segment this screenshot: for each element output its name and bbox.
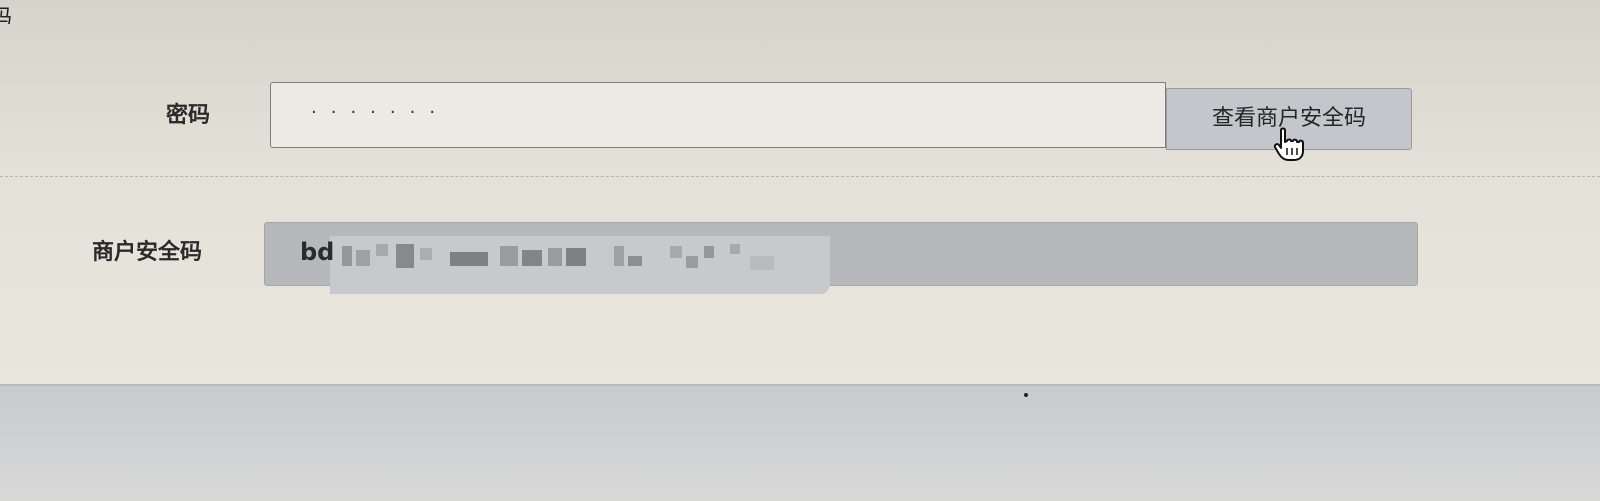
mosaic-block xyxy=(548,248,562,266)
password-input[interactable]: ······· xyxy=(270,82,1166,148)
cropped-heading-glyph: 码 xyxy=(0,6,12,24)
mosaic-block xyxy=(686,256,698,268)
screen-speck xyxy=(1024,393,1028,397)
merchant-code-value: bd xyxy=(300,238,335,266)
mosaic-block xyxy=(670,246,682,258)
mosaic-block xyxy=(356,250,370,266)
merchant-code-label: 商户安全码 xyxy=(91,240,202,265)
mosaic-block xyxy=(420,248,432,260)
mosaic-block xyxy=(704,246,714,258)
password-label: 密码 xyxy=(165,103,210,128)
mosaic-block xyxy=(500,246,518,266)
form-panel xyxy=(0,0,1600,384)
mosaic-block xyxy=(566,248,586,266)
mosaic-block xyxy=(614,246,624,266)
page-footer-area xyxy=(0,384,1600,501)
mosaic-block xyxy=(750,256,774,270)
hand-pointer-icon xyxy=(1273,127,1304,161)
mosaic-block xyxy=(342,246,352,266)
mosaic-block xyxy=(396,244,414,268)
mosaic-block xyxy=(376,244,388,256)
mosaic-block xyxy=(730,244,740,254)
mosaic-block xyxy=(628,256,642,266)
mosaic-block xyxy=(522,250,542,266)
mosaic-block xyxy=(450,252,488,266)
row-divider xyxy=(0,176,1600,177)
